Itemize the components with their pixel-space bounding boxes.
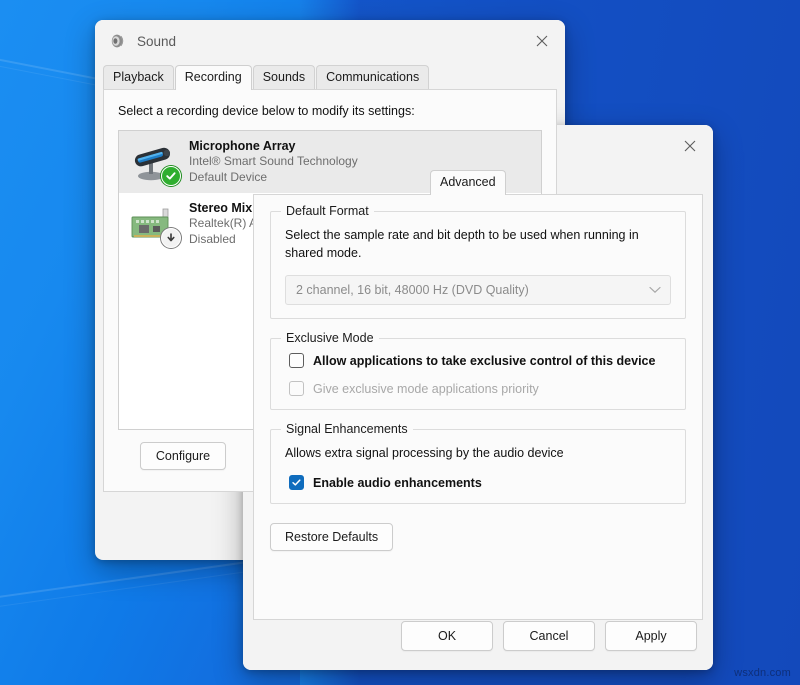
exclusive-priority-label: Give exclusive mode applications priorit… xyxy=(313,382,539,396)
close-icon xyxy=(536,35,548,47)
checkbox-unchecked-disabled-icon xyxy=(289,381,304,396)
exclusive-mode-group-title: Exclusive Mode xyxy=(281,331,379,345)
site-watermark: wsxdn.com xyxy=(734,667,791,679)
disabled-arrow-badge xyxy=(161,228,181,248)
cancel-button[interactable]: Cancel xyxy=(503,621,595,651)
default-format-group-title: Default Format xyxy=(281,204,374,218)
apply-button[interactable]: Apply xyxy=(605,621,697,651)
checkbox-checked-icon[interactable] xyxy=(289,475,304,490)
signal-enhancements-group: Signal Enhancements Allows extra signal … xyxy=(270,429,686,504)
signal-enhancements-description: Allows extra signal processing by the au… xyxy=(285,444,671,462)
default-format-dropdown[interactable]: 2 channel, 16 bit, 48000 Hz (DVD Quality… xyxy=(285,275,671,305)
desktop-background: Sound Playback Recording Sounds Communic… xyxy=(0,0,800,685)
properties-dialog-close-button[interactable] xyxy=(667,125,713,167)
microphone-array-icon xyxy=(127,138,179,186)
default-format-selected-value: 2 channel, 16 bit, 48000 Hz (DVD Quality… xyxy=(296,283,529,297)
tab-communications[interactable]: Communications xyxy=(316,65,429,90)
device-status: Default Device xyxy=(189,169,358,185)
ok-button[interactable]: OK xyxy=(401,621,493,651)
default-format-description: Select the sample rate and bit depth to … xyxy=(285,226,671,262)
sound-window-title: Sound xyxy=(137,34,176,49)
microphone-array-properties-dialog: Microphone Array Properties General List… xyxy=(243,125,713,670)
default-format-group: Default Format Select the sample rate an… xyxy=(270,211,686,319)
signal-enhancements-group-title: Signal Enhancements xyxy=(281,422,413,436)
checkbox-unchecked-icon[interactable] xyxy=(289,353,304,368)
checkmark-badge xyxy=(161,166,181,186)
tab-playback[interactable]: Playback xyxy=(103,65,174,90)
sound-window-close-button[interactable] xyxy=(519,20,565,62)
device-info: Microphone Array Intel® Smart Sound Tech… xyxy=(189,139,358,185)
tab-advanced[interactable]: Advanced xyxy=(430,170,506,195)
tab-recording[interactable]: Recording xyxy=(175,65,252,90)
device-driver: Intel® Smart Sound Technology xyxy=(189,153,358,169)
configure-button[interactable]: Configure xyxy=(140,442,226,470)
advanced-tab-panel: Default Format Select the sample rate an… xyxy=(253,194,703,620)
exclusive-priority-checkbox-row: Give exclusive mode applications priorit… xyxy=(289,381,671,396)
close-icon xyxy=(684,140,696,152)
chevron-down-icon xyxy=(649,283,661,297)
enable-audio-enhancements-checkbox-row[interactable]: Enable audio enhancements xyxy=(289,475,671,490)
recording-prompt: Select a recording device below to modif… xyxy=(118,104,542,118)
allow-exclusive-control-checkbox-row[interactable]: Allow applications to take exclusive con… xyxy=(289,353,671,368)
device-name: Microphone Array xyxy=(189,139,358,153)
sound-window-tabs: Playback Recording Sounds Communications xyxy=(95,64,565,90)
exclusive-mode-group: Exclusive Mode Allow applications to tak… xyxy=(270,338,686,410)
enable-audio-enhancements-label: Enable audio enhancements xyxy=(313,476,482,490)
sound-card-icon xyxy=(127,200,179,248)
restore-defaults-button[interactable]: Restore Defaults xyxy=(270,523,393,551)
tab-sounds[interactable]: Sounds xyxy=(253,65,315,90)
speaker-icon xyxy=(109,32,127,50)
restore-defaults-row: Restore Defaults xyxy=(270,523,686,551)
allow-exclusive-control-label: Allow applications to take exclusive con… xyxy=(313,354,655,368)
sound-window-titlebar: Sound xyxy=(95,20,565,62)
